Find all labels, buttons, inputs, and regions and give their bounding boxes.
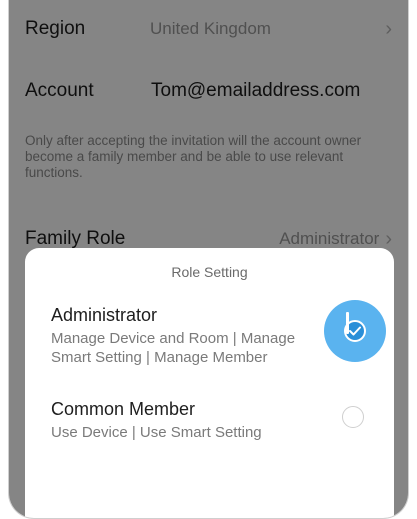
text-cursor-icon bbox=[346, 312, 349, 334]
radio-selected-highlight[interactable] bbox=[324, 300, 386, 362]
role-setting-sheet: Role Setting Administrator Manage Device… bbox=[25, 248, 394, 518]
option-description: Manage Device and Room | Manage Smart Se… bbox=[51, 330, 296, 366]
role-option-common-member[interactable]: Common Member Use Device | Use Smart Set… bbox=[51, 398, 374, 442]
option-title: Common Member bbox=[51, 399, 196, 419]
role-option-administrator[interactable]: Administrator Manage Device and Room | M… bbox=[51, 300, 386, 367]
option-description: Use Device | Use Smart Setting bbox=[51, 424, 262, 441]
radio-unchecked-icon[interactable] bbox=[342, 406, 364, 428]
sheet-title: Role Setting bbox=[171, 264, 248, 280]
phone-frame: Region United Kingdom › Account Tom@emai… bbox=[8, 0, 409, 519]
settings-screen: Region United Kingdom › Account Tom@emai… bbox=[9, 0, 408, 518]
